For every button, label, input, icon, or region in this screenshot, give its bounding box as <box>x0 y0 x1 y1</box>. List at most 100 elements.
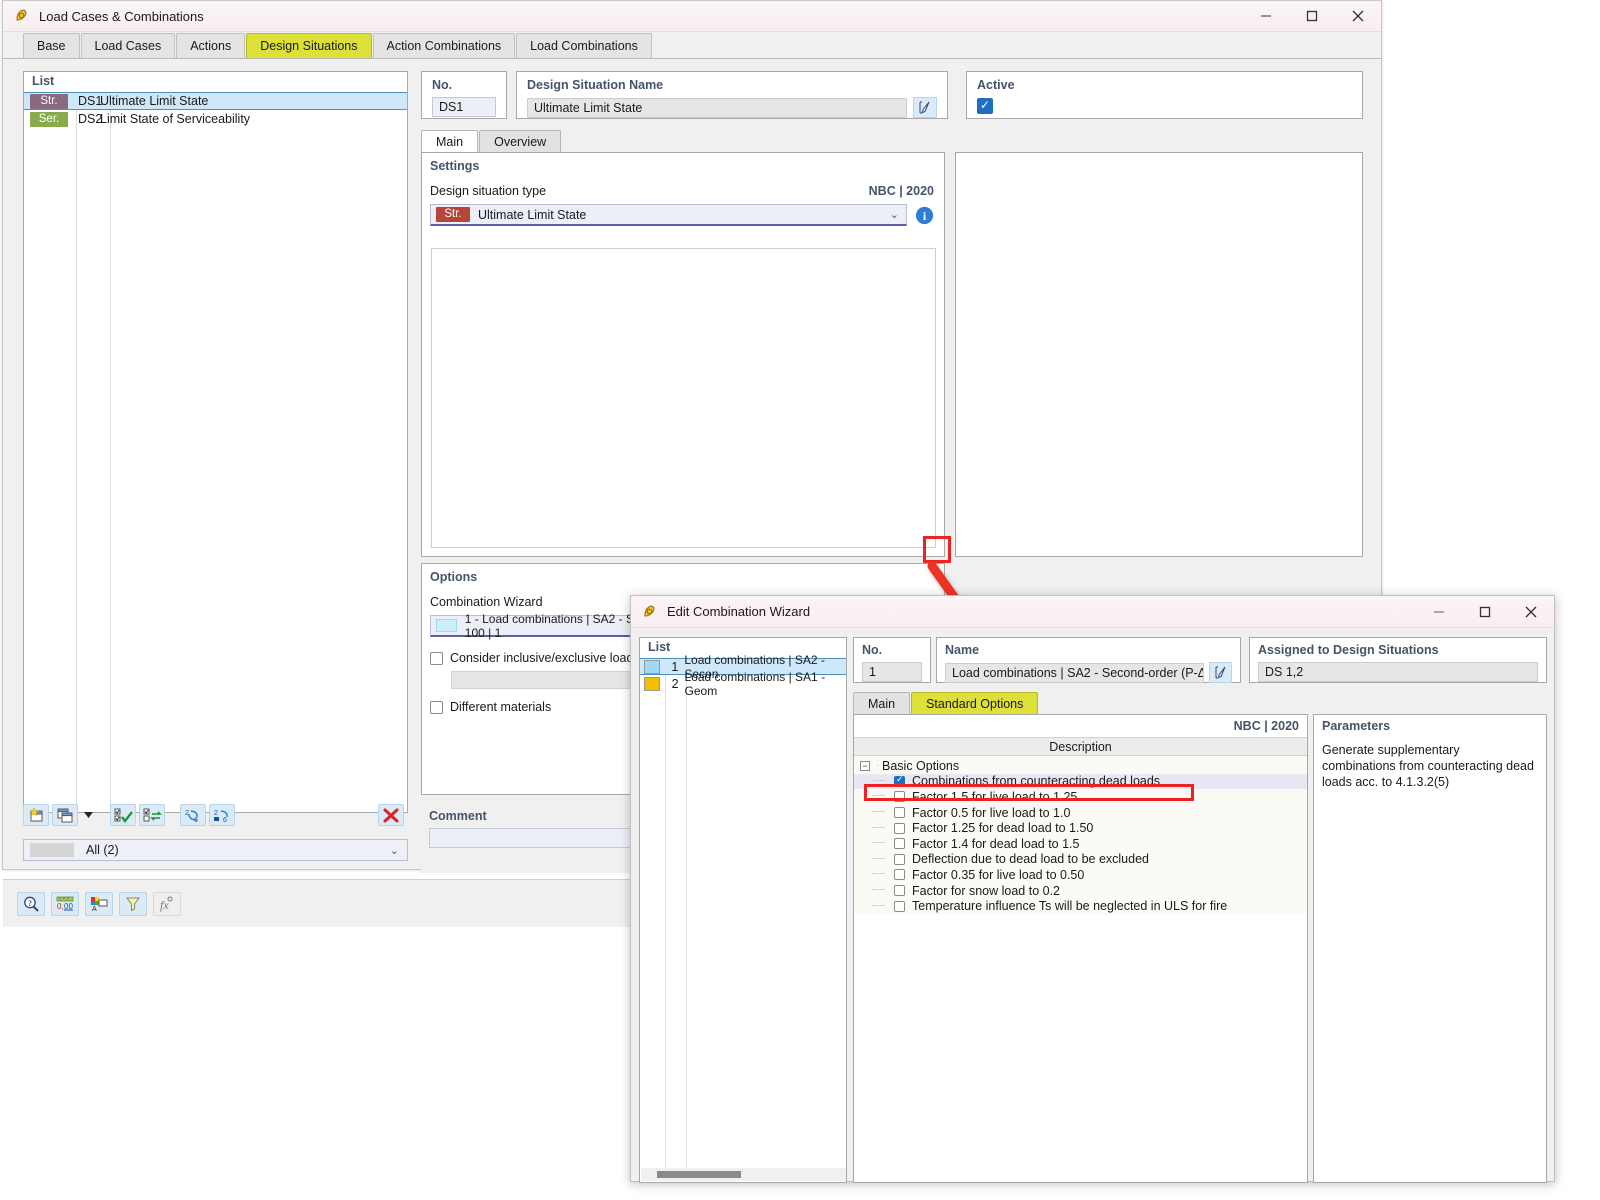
tree-item-factor-14-dead-15[interactable]: ┄┄ Factor 1.4 for dead load to 1.5 <box>854 836 1307 852</box>
consider-inclusive-checkbox[interactable] <box>430 652 443 665</box>
info-icon[interactable]: i <box>914 205 934 225</box>
standard-label: NBC | 2020 <box>869 184 934 198</box>
main-window-controls <box>1243 1 1381 32</box>
table-row[interactable]: Ser. DS2 Limit State of Serviceability <box>24 110 407 128</box>
tab-label: Actions <box>190 39 231 53</box>
table-row[interactable]: Str. DS1 Ultimate Limit State <box>24 92 407 110</box>
info-search-icon[interactable]: ? <box>17 892 45 916</box>
standard-options-content: NBC | 2020 Description − · Basic Options… <box>853 714 1547 1183</box>
design-situation-name-input[interactable]: Ultimate Limit State <box>527 98 907 118</box>
dialog-no-group: No. 1 <box>853 637 931 683</box>
different-materials-checkbox[interactable] <box>430 701 443 714</box>
close-button[interactable] <box>1335 1 1381 32</box>
collapse-icon[interactable]: − <box>860 761 870 771</box>
dialog-titlebar: Edit Combination Wizard <box>631 596 1554 628</box>
active-checkbox[interactable] <box>977 98 993 114</box>
edit-pencil-icon[interactable] <box>913 97 937 118</box>
list-toolbar: 2 6 2 6 <box>23 801 408 829</box>
active-label: Active <box>977 78 1352 92</box>
tree-item-temperature-neglected-uls-fire[interactable]: ┄┄ Temperature influence Ts will be negl… <box>854 898 1307 914</box>
tree-item-label: Factor 1.25 for dead load to 1.50 <box>912 821 1093 835</box>
settings-title: Settings <box>430 159 934 173</box>
tree-item-factor-05-live-10[interactable]: ┄┄ Factor 0.5 for live load to 1.0 <box>854 805 1307 821</box>
copy-item-icon[interactable] <box>52 804 78 826</box>
active-field-group: Active <box>966 71 1363 119</box>
main-window-title: Load Cases & Combinations <box>39 9 204 24</box>
chevron-down-icon[interactable]: ⌄ <box>890 208 899 221</box>
item-color-swatch <box>644 677 660 691</box>
tab-overview[interactable]: Overview <box>479 130 561 153</box>
edit-combination-wizard-dialog: Edit Combination Wizard List 1 Load comb… <box>630 595 1555 1182</box>
tab-label: Load Cases <box>95 39 162 53</box>
dropdown-arrow-icon[interactable] <box>81 804 95 826</box>
tab-actions[interactable]: Actions <box>176 33 245 58</box>
chevron-down-icon[interactable]: ⌄ <box>390 844 399 857</box>
units-icon[interactable]: 0, 00 <box>51 892 79 916</box>
item-no: 2 <box>666 677 685 691</box>
option-checkbox[interactable] <box>894 901 905 912</box>
tree-item-factor-snow-02[interactable]: ┄┄ Factor for snow load to 0.2 <box>854 883 1307 899</box>
edit-pencil-icon[interactable] <box>1209 662 1232 683</box>
status-badge: Str. <box>30 94 68 109</box>
svg-text:2: 2 <box>185 810 189 817</box>
minimize-button[interactable] <box>1243 1 1289 32</box>
tab-main[interactable]: Main <box>421 130 478 153</box>
option-checkbox[interactable] <box>894 823 905 834</box>
renumber-icon[interactable]: 2 6 <box>180 804 206 826</box>
tab-design-situations[interactable]: Design Situations <box>246 33 371 58</box>
select-all-icon[interactable] <box>110 804 136 826</box>
parameters-text: Generate supplementary combinations from… <box>1314 733 1546 790</box>
tree-item-factor-15-live-125[interactable]: ┄┄ Factor 1.5 for live load to 1.25 <box>854 789 1307 805</box>
tree-item-label: Factor for snow load to 0.2 <box>912 884 1060 898</box>
design-situation-name-label: Design Situation Name <box>527 78 937 92</box>
dialog-no-label: No. <box>854 638 930 657</box>
color-legend-icon[interactable]: A <box>85 892 113 916</box>
list-filter-combo[interactable]: All (2) ⌄ <box>23 839 408 861</box>
formula-icon[interactable]: fx <box>153 892 181 916</box>
filter-icon[interactable] <box>119 892 147 916</box>
dialog-tab-bar: Main Standard Options <box>853 691 1039 715</box>
row-no: DS2 <box>68 112 100 126</box>
option-checkbox[interactable] <box>894 885 905 896</box>
dialog-tab-standard-options[interactable]: Standard Options <box>911 692 1038 715</box>
no-value[interactable]: DS1 <box>432 97 496 117</box>
option-checkbox[interactable] <box>894 838 905 849</box>
tree-item-counteracting-dead-loads[interactable]: ┄┄ Combinations from counteracting dead … <box>854 774 1307 790</box>
option-checkbox[interactable] <box>894 854 905 865</box>
delete-icon[interactable] <box>378 804 404 826</box>
assign-numbers-icon[interactable]: 2 6 <box>209 804 235 826</box>
tab-label: Main <box>436 135 463 149</box>
tab-action-combinations[interactable]: Action Combinations <box>373 33 516 58</box>
invert-selection-icon[interactable] <box>139 804 165 826</box>
dialog-tab-main[interactable]: Main <box>853 692 910 715</box>
tab-load-cases[interactable]: Load Cases <box>81 33 176 58</box>
new-item-icon[interactable] <box>23 804 49 826</box>
assigned-value[interactable]: DS 1,2 <box>1258 662 1538 682</box>
item-no: 1 <box>666 660 685 674</box>
tree-item-factor-125-dead-150[interactable]: ┄┄ Factor 1.25 for dead load to 1.50 <box>854 820 1307 836</box>
list-filter-value: All (2) <box>86 843 119 857</box>
tree-item-deflection-dead-load-excluded[interactable]: ┄┄ Deflection due to dead load to be exc… <box>854 852 1307 868</box>
tab-load-combinations[interactable]: Load Combinations <box>516 33 652 58</box>
tree-item-factor-035-live-050[interactable]: ┄┄ Factor 0.35 for live load to 0.50 <box>854 867 1307 883</box>
dialog-close-button[interactable] <box>1508 596 1554 627</box>
option-checkbox[interactable] <box>894 807 905 818</box>
tab-base[interactable]: Base <box>23 33 80 58</box>
option-checkbox[interactable] <box>894 776 905 787</box>
option-checkbox[interactable] <box>894 791 905 802</box>
maximize-button[interactable] <box>1289 1 1335 32</box>
row-name: Limit State of Serviceability <box>100 112 250 126</box>
description-column-header: Description <box>854 737 1307 756</box>
horizontal-scrollbar[interactable] <box>641 1168 846 1181</box>
parameters-title: Parameters <box>1314 715 1546 733</box>
dialog-no-value[interactable]: 1 <box>862 662 922 682</box>
design-situation-type-label: Design situation type <box>430 184 546 198</box>
dialog-minimize-button[interactable] <box>1416 596 1462 627</box>
tree-group-basic-options[interactable]: − · Basic Options <box>854 758 1307 774</box>
settings-detail-area <box>431 248 936 548</box>
dialog-name-input[interactable]: Load combinations | SA2 - Second-order (… <box>945 663 1204 683</box>
list-item[interactable]: 2 Load combinations | SA1 - Geom <box>640 675 846 692</box>
option-checkbox[interactable] <box>894 869 905 880</box>
dialog-maximize-button[interactable] <box>1462 596 1508 627</box>
svg-text:2: 2 <box>214 810 218 817</box>
